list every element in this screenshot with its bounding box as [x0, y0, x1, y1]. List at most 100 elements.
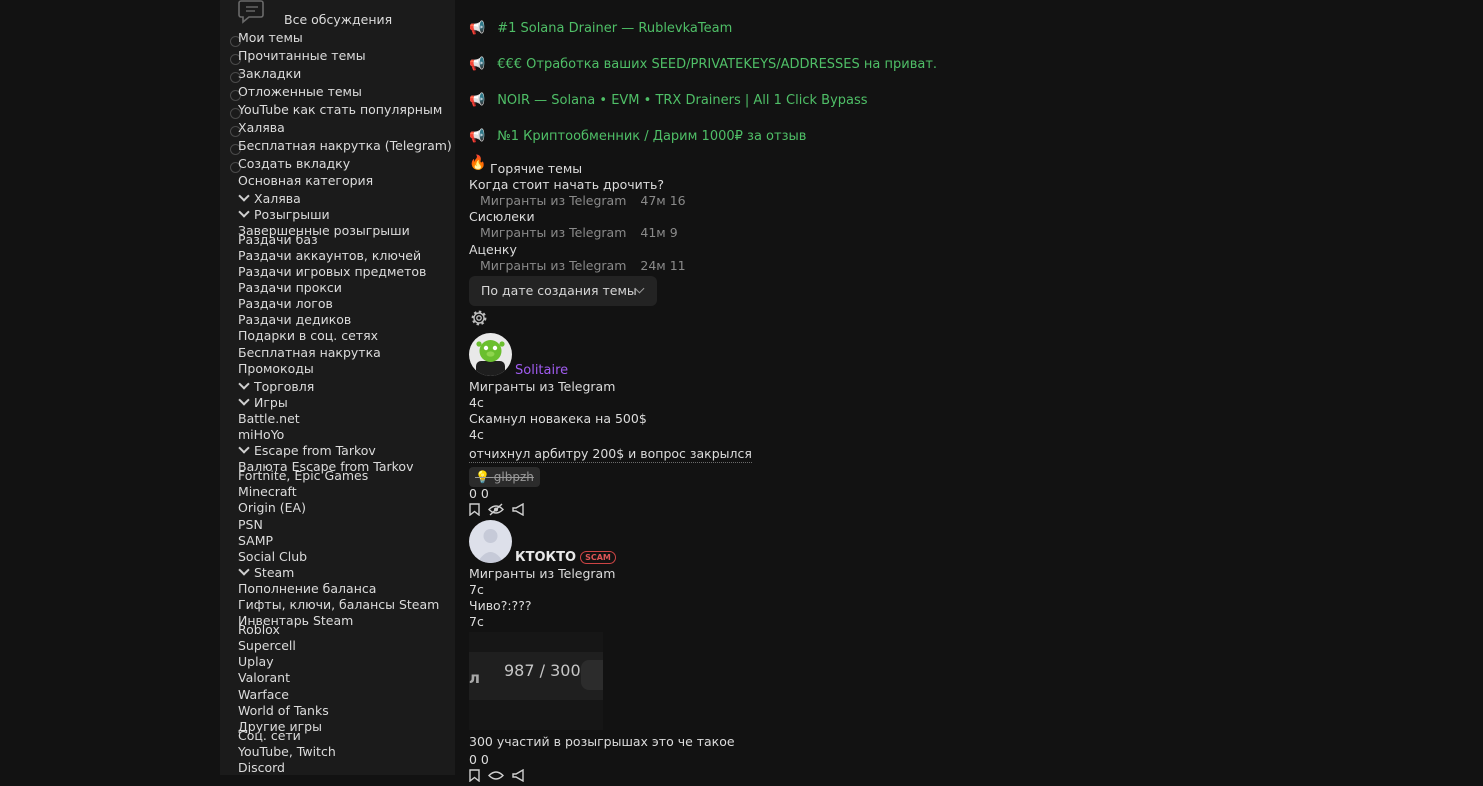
preview-button	[581, 660, 603, 690]
sort-select[interactable]: По дате создания темы	[469, 276, 657, 306]
category-igry[interactable]: Игры	[238, 394, 288, 411]
nav-razdachi-logs[interactable]: Раздачи логов	[238, 296, 333, 312]
tag-icon: 💡	[475, 470, 490, 484]
nav-battlenet[interactable]: Battle.net	[238, 411, 300, 427]
thread-title[interactable]: Скамнул новакека на 500$	[469, 411, 647, 427]
megaphone-icon[interactable]	[512, 502, 527, 517]
chat-bubble-icon	[238, 0, 264, 24]
thread-time: 4с	[469, 395, 484, 410]
megaphone-icon: 📢	[469, 93, 486, 108]
avatar[interactable]	[469, 333, 512, 376]
nav-create-tab[interactable]: Создать вкладку	[238, 156, 350, 172]
category-halyava[interactable]: Халява	[238, 190, 301, 207]
nav-roblox[interactable]: Roblox	[238, 622, 280, 638]
hot-topic-title[interactable]: Аценку	[469, 242, 517, 258]
promo-link[interactable]: 📢 €€€ Отработка ваших SEED/PRIVATEKEYS/AD…	[469, 56, 937, 74]
nav-social-networks[interactable]: Соц. сети	[238, 728, 301, 744]
chevron-down-icon	[238, 378, 250, 390]
nav-razdachi-baz[interactable]: Раздачи баз	[238, 232, 318, 248]
megaphone-icon: 📢	[469, 21, 486, 36]
nav-my-threads[interactable]: Мои темы	[238, 30, 303, 46]
category-escape[interactable]: Escape from Tarkov	[238, 442, 376, 459]
nav-free-boost[interactable]: Бесплатная накрутка (Telegram)	[238, 138, 452, 154]
hot-topic-meta: Мигранты из Telegram 24м 11	[480, 258, 686, 273]
nav-valorant[interactable]: Valorant	[238, 670, 290, 686]
hot-topics-title: Горячие темы	[490, 161, 583, 176]
nav-samp[interactable]: SAMP	[238, 533, 273, 549]
nav-discord[interactable]: Discord	[238, 760, 285, 776]
nav-fortnite[interactable]: Fortnite, Epic Games	[238, 468, 368, 484]
category-title: Основная категория	[238, 173, 374, 188]
all-discussions-link[interactable]: Все обсуждения	[284, 12, 392, 28]
preview-value: 987 / 300	[504, 661, 581, 680]
nav-read-threads[interactable]: Прочитанные темы	[238, 48, 366, 64]
chevron-down-icon	[238, 442, 250, 454]
chevron-down-icon	[238, 206, 250, 218]
thread-forum[interactable]: Мигранты из Telegram	[469, 379, 615, 395]
nav-wot[interactable]: World of Tanks	[238, 703, 329, 719]
nav-minecraft[interactable]: Minecraft	[238, 484, 297, 500]
nav-youtube-twitch[interactable]: YouTube, Twitch	[238, 744, 336, 760]
thread-time: 7с	[469, 582, 484, 597]
gear-icon[interactable]	[469, 308, 489, 328]
nav-social-club[interactable]: Social Club	[238, 549, 307, 565]
avatar[interactable]	[469, 520, 512, 563]
nav-psn[interactable]: PSN	[238, 517, 263, 533]
thread-author[interactable]: Solitaire	[515, 363, 568, 379]
nav-supercell[interactable]: Supercell	[238, 638, 296, 654]
nav-mihoyo[interactable]: miHoYo	[238, 427, 284, 443]
hot-topic-meta: Мигранты из Telegram 47м 16	[480, 193, 686, 208]
nav-bookmarks[interactable]: Закладки	[238, 66, 301, 82]
thread-counts: 0 0	[469, 752, 489, 767]
thread-title[interactable]: Чиво?:???	[469, 598, 531, 614]
thread-tag[interactable]: 💡 glbpzh	[469, 467, 540, 487]
nav-warface[interactable]: Warface	[238, 687, 289, 703]
megaphone-icon: 📢	[469, 129, 486, 144]
nav-razdachi-items[interactable]: Раздачи игровых предметов	[238, 264, 426, 280]
promo-link[interactable]: 📢 #1 Solana Drainer — RublevkaTeam	[469, 20, 732, 38]
category-torgovlya[interactable]: Торговля	[238, 378, 314, 395]
chevron-down-icon	[238, 190, 250, 202]
category-steam[interactable]: Steam	[238, 564, 294, 581]
nav-promocodes[interactable]: Промокоды	[238, 361, 314, 377]
thread-counts: 0 0	[469, 486, 489, 501]
nav-razdachi-proxy[interactable]: Раздачи прокси	[238, 280, 342, 296]
chevron-down-icon	[238, 564, 250, 576]
nav-razdachi-dedics[interactable]: Раздачи дедиков	[238, 312, 351, 328]
preview-left-label: л	[469, 669, 480, 687]
thread-time: 4с	[469, 427, 484, 442]
thread-author[interactable]: КТОКТО SCAM	[515, 550, 616, 566]
pig-avatar-image	[476, 340, 505, 376]
hot-topic-meta: Мигранты из Telegram 41м 9	[480, 225, 678, 240]
user-avatar-image	[477, 529, 504, 563]
megaphone-icon[interactable]	[512, 768, 527, 783]
promo-link[interactable]: 📢 NOIR — Solana • EVM • TRX Drainers | Al…	[469, 92, 868, 110]
thread-actions	[469, 768, 531, 786]
scam-badge: SCAM	[580, 551, 616, 564]
nav-free-boost-2[interactable]: Бесплатная накрутка	[238, 345, 381, 361]
thread-snippet[interactable]: отчихнул арбитру 200$ и вопрос закрылся	[469, 446, 752, 463]
hot-topic-title[interactable]: Сисюлеки	[469, 209, 535, 225]
nav-youtube[interactable]: YouTube как стать популярным	[238, 102, 442, 118]
nav-steam-balance[interactable]: Пополнение баланса	[238, 581, 376, 597]
nav-uplay[interactable]: Uplay	[238, 654, 274, 670]
thread-snippet[interactable]: 300 участий в розыгрышах это че такое	[469, 734, 735, 750]
nav-origin[interactable]: Origin (EA)	[238, 500, 306, 516]
hot-topic-title[interactable]: Когда стоит начать дрочить?	[469, 177, 664, 193]
thread-time: 7с	[469, 614, 484, 629]
nav-steam-gifts[interactable]: Гифты, ключи, балансы Steam	[238, 597, 439, 613]
category-rozygryshi[interactable]: Розыгрыши	[238, 206, 330, 223]
chevron-down-icon	[238, 394, 250, 406]
thread-preview-image[interactable]: л 987 / 300	[469, 632, 603, 730]
fire-icon: 🔥	[469, 155, 487, 171]
thread-forum[interactable]: Мигранты из Telegram	[469, 566, 615, 582]
nav-razdachi-accounts[interactable]: Раздачи аккаунтов, ключей	[238, 248, 421, 264]
promo-link[interactable]: 📢 №1 Криптообменник / Дарим 1000₽ за отзы…	[469, 128, 806, 146]
nav-social-gifts[interactable]: Подарки в соц. сетях	[238, 328, 378, 344]
hide-eye-icon[interactable]	[487, 769, 504, 782]
hide-eye-icon[interactable]	[487, 503, 504, 516]
bookmark-icon[interactable]	[469, 503, 480, 517]
nav-halyava[interactable]: Халява	[238, 120, 285, 136]
nav-postponed[interactable]: Отложенные темы	[238, 84, 362, 100]
bookmark-icon[interactable]	[469, 769, 480, 783]
